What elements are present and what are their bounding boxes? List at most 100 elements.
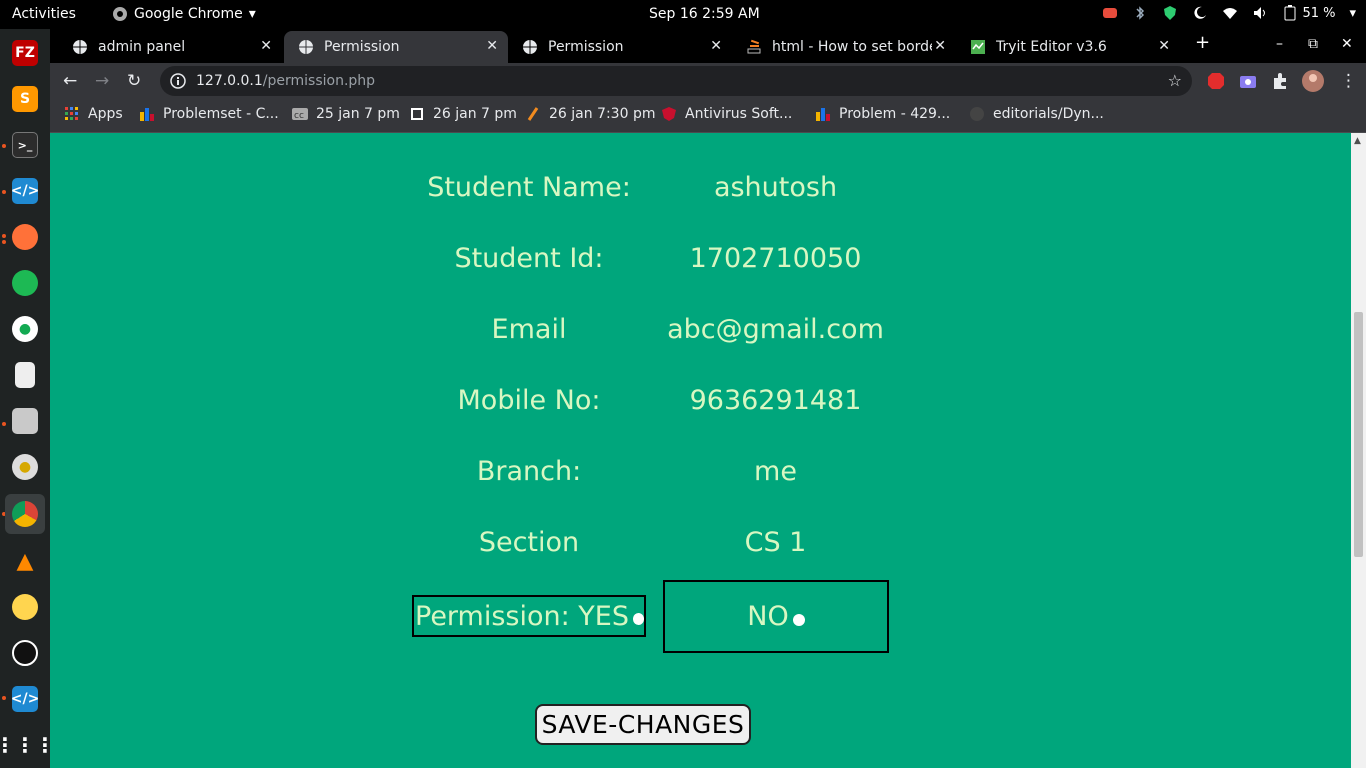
tab-title: Tryit Editor v3.6 (996, 39, 1107, 55)
github-icon (970, 107, 984, 121)
codeforces-icon (816, 108, 830, 121)
yes-radio[interactable] (633, 613, 644, 625)
back-button[interactable]: ← (63, 71, 77, 91)
codechef-icon (527, 107, 539, 121)
bookmark-label: Apps (88, 106, 123, 122)
info-icon[interactable] (170, 73, 186, 89)
forward-button[interactable]: → (95, 71, 109, 91)
firefox-launcher[interactable] (5, 217, 45, 257)
chrome-menu-icon[interactable]: ⋮ (1340, 71, 1357, 91)
adblock-icon[interactable] (1207, 72, 1225, 90)
text-editor-launcher[interactable] (5, 355, 45, 395)
bookmark-star-icon[interactable]: ☆ (1168, 71, 1182, 90)
vscode-launcher[interactable]: </> (5, 171, 45, 211)
tab-title: Permission (548, 39, 624, 55)
tab-permission-active[interactable]: Permission ✕ (284, 31, 508, 63)
bookmark-26jan-730pm[interactable]: 26 jan 7:30 pm (525, 106, 655, 122)
battery-icon (1284, 5, 1296, 21)
files-launcher[interactable] (5, 401, 45, 441)
vlc-launcher[interactable]: ▲ (5, 541, 45, 581)
screen-recorder-icon[interactable] (1102, 5, 1118, 21)
chrome-icon (113, 7, 127, 21)
page-scrollbar[interactable]: ▲ (1351, 133, 1366, 768)
bookmark-label: Antivirus Soft... (685, 106, 793, 122)
tea-icon (12, 594, 38, 620)
minimize-button[interactable]: – (1276, 36, 1283, 52)
spotify-launcher[interactable] (5, 263, 45, 303)
system-top-bar: Activities Google Chrome ▾ Sep 16 2:59 A… (0, 0, 1366, 29)
app-menu[interactable]: Google Chrome ▾ (112, 6, 256, 22)
wifi-icon[interactable] (1222, 5, 1238, 21)
extensions-puzzle-icon[interactable] (1271, 72, 1289, 90)
sublime-launcher[interactable]: S (5, 79, 45, 119)
bookmark-label: Problemset - C... (163, 106, 279, 122)
permission-yes-option: Permission: YES (412, 595, 646, 637)
mcafee-icon (662, 107, 676, 121)
filezilla-launcher[interactable]: FZ (5, 33, 45, 73)
night-light-icon[interactable] (1192, 5, 1208, 21)
volume-icon[interactable] (1252, 5, 1268, 21)
browser-window: admin panel ✕ Permission ✕ Permission ✕ … (50, 29, 1366, 133)
hackerearth-icon (411, 108, 423, 120)
bookmark-26jan-7pm[interactable]: 26 jan 7 pm (409, 106, 517, 122)
bookmark-25jan[interactable]: cc 25 jan 7 pm (292, 106, 400, 122)
show-applications-button[interactable]: ⋮⋮⋮ (0, 725, 55, 765)
close-window-button[interactable]: ✕ (1341, 36, 1353, 52)
new-tab-button[interactable]: + (1195, 32, 1210, 53)
close-icon[interactable]: ✕ (1158, 38, 1170, 54)
battery-indicator[interactable]: 51 % (1282, 5, 1335, 21)
scrollbar-thumb[interactable] (1354, 312, 1363, 557)
firefox-icon (12, 224, 38, 250)
branch-value: me (754, 456, 797, 487)
tea-launcher[interactable] (5, 587, 45, 627)
reload-button[interactable]: ↻ (127, 71, 141, 91)
bookmark-editorials[interactable]: editorials/Dyn... (969, 106, 1104, 122)
section-label: Section (478, 527, 580, 558)
system-tray[interactable]: 51 % ▾ (1102, 5, 1356, 21)
chrome-launcher[interactable] (5, 494, 45, 534)
tab-permission[interactable]: Permission ✕ (508, 31, 732, 63)
mongodb-launcher[interactable]: ● (5, 309, 45, 349)
screenshot-extension-icon[interactable] (1239, 72, 1257, 90)
scroll-up-icon[interactable]: ▲ (1354, 136, 1361, 146)
bookmark-antivirus[interactable]: Antivirus Soft... (661, 106, 792, 122)
chevron-down-icon: ▾ (248, 6, 256, 22)
rhythmbox-icon: ● (12, 454, 38, 480)
terminal-launcher[interactable]: >_ (5, 125, 45, 165)
tab-tryit-editor[interactable]: Tryit Editor v3.6 ✕ (956, 31, 1180, 63)
student-name-label: Student Name: (427, 172, 631, 203)
rhythmbox-launcher[interactable]: ● (5, 447, 45, 487)
profile-avatar[interactable] (1302, 70, 1324, 92)
tab-admin-panel[interactable]: admin panel ✕ (58, 31, 282, 63)
bookmark-problem-429[interactable]: Problem - 429... (815, 106, 950, 122)
shield-icon[interactable] (1162, 5, 1178, 21)
save-changes-button[interactable]: SAVE-CHANGES (535, 704, 751, 745)
address-bar[interactable]: 127.0.0.1/permission.php ☆ (160, 66, 1192, 96)
activities-button[interactable]: Activities (12, 6, 76, 22)
student-id-value: 1702710050 (689, 243, 862, 274)
bookmark-problemset[interactable]: Problemset - C... (139, 106, 279, 122)
power-menu-icon[interactable]: ▾ (1349, 6, 1356, 21)
close-icon[interactable]: ✕ (486, 38, 498, 54)
url-path: /permission.php (262, 73, 376, 89)
tab-stackoverflow[interactable]: html - How to set borde ✕ (732, 31, 956, 63)
browser-toolbar: ← → ↻ 127.0.0.1/permission.php ☆ ⋮ (50, 63, 1366, 99)
terminal-icon: >_ (12, 132, 38, 158)
close-icon[interactable]: ✕ (710, 38, 722, 54)
close-icon[interactable]: ✕ (260, 38, 272, 54)
mongodb-icon: ● (12, 316, 38, 342)
bookmark-apps[interactable]: Apps (64, 106, 123, 122)
bookmark-label: editorials/Dyn... (993, 106, 1104, 122)
vscode-icon: </> (11, 178, 39, 204)
close-icon[interactable]: ✕ (934, 38, 946, 54)
vscode-launcher-2[interactable]: </> (5, 679, 45, 719)
bookmark-label: 25 jan 7 pm (316, 106, 400, 122)
restore-button[interactable]: ⧉ (1308, 36, 1318, 52)
mobile-label: Mobile No: (457, 385, 601, 416)
tab-title: admin panel (98, 39, 186, 55)
text-editor-icon (15, 362, 35, 388)
obs-launcher[interactable] (5, 633, 45, 673)
no-radio[interactable] (792, 613, 805, 626)
bluetooth-icon[interactable] (1132, 5, 1148, 21)
clock[interactable]: Sep 16 2:59 AM (649, 6, 760, 22)
